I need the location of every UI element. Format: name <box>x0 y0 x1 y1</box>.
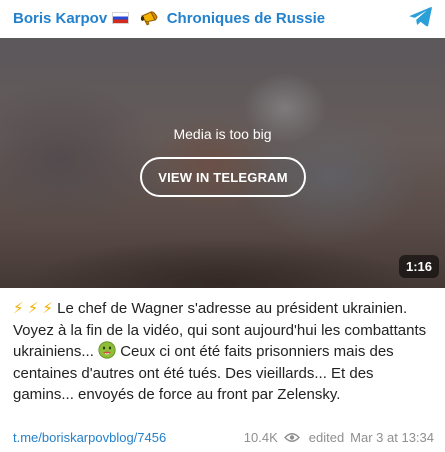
post-header: Boris Karpov Chroniques de Russie <box>0 0 445 36</box>
message-text: ⚡ ⚡ ⚡ Le chef de Wagner s'adresse au pré… <box>13 298 438 406</box>
channel-name: Boris Karpov <box>13 9 108 27</box>
views-count: 10.4K <box>243 430 278 445</box>
channel-suffix: Chroniques de Russie <box>166 9 326 27</box>
eye-icon <box>283 433 300 442</box>
russia-flag-icon <box>112 11 130 24</box>
media-too-big-label: Media is too big <box>173 126 272 142</box>
post-meta: 10.4K edited Mar 3 at 13:34 <box>244 430 434 445</box>
video-preview[interactable]: Media is too big VIEW IN TELEGRAM 1:16 <box>0 38 445 288</box>
lightning-icon: ⚡ ⚡ ⚡ <box>13 300 53 317</box>
telegram-post-card: Boris Karpov Chroniques de Russie Media … <box>0 0 445 452</box>
video-duration-badge: 1:16 <box>398 255 439 278</box>
nauseated-face-icon <box>98 341 116 359</box>
channel-title-link[interactable]: Boris Karpov Chroniques de Russie <box>13 10 325 27</box>
view-in-telegram-button[interactable]: VIEW IN TELEGRAM <box>140 157 306 197</box>
edited-label: edited <box>308 430 345 445</box>
telegram-logo-icon[interactable] <box>408 6 433 28</box>
megaphone-icon <box>140 10 158 26</box>
post-date: Mar 3 at 13:34 <box>350 430 434 445</box>
post-link[interactable]: t.me/boriskarpovblog/7456 <box>13 430 166 445</box>
post-footer: t.me/boriskarpovblog/7456 10.4K edited M… <box>0 430 445 448</box>
